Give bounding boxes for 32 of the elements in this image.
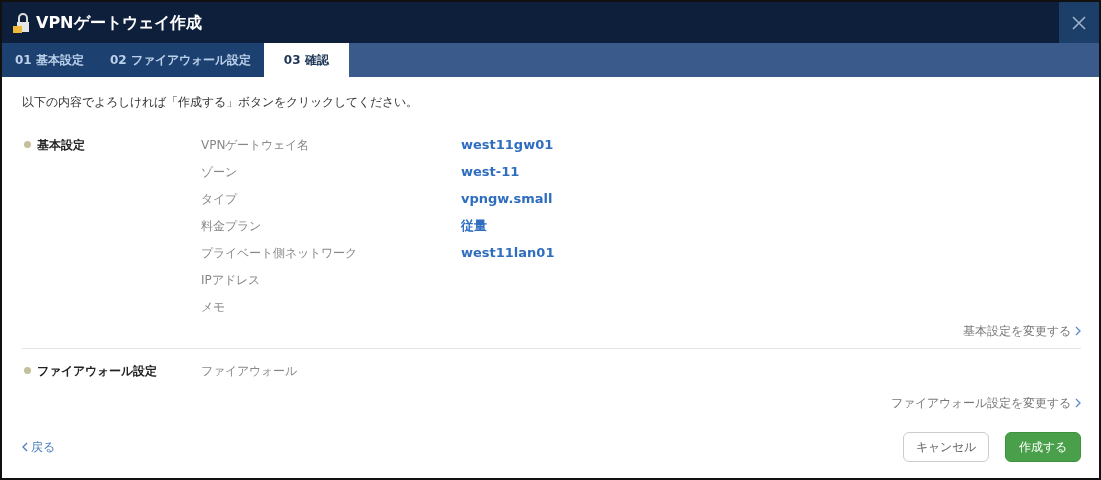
- back-link[interactable]: 戻る: [22, 438, 55, 456]
- section-title: ファイアウォール設定: [37, 362, 157, 380]
- change-settings-link[interactable]: ファイアウォール設定を変更する: [891, 394, 1081, 412]
- chevron-right-icon: [1075, 398, 1081, 408]
- window-title: VPNゲートウェイ作成: [36, 11, 202, 34]
- change-settings-link[interactable]: 基本設定を変更する: [963, 322, 1081, 340]
- chevron-left-icon: [22, 442, 28, 452]
- cancel-button[interactable]: キャンセル: [903, 432, 989, 462]
- field-label: メモ: [201, 298, 226, 316]
- bullet-icon: [24, 367, 31, 374]
- field-value: west11gw01: [461, 135, 554, 154]
- field-label: VPNゲートウェイ名: [201, 136, 311, 154]
- close-button[interactable]: [1059, 2, 1099, 43]
- field-value: west-11: [461, 162, 520, 181]
- create-button[interactable]: 作成する: [1005, 432, 1081, 462]
- field-value: 従量: [461, 216, 487, 235]
- field-value: west11lan01: [461, 243, 555, 262]
- close-icon: [1072, 15, 1086, 30]
- field-label: ゾーン: [201, 163, 238, 181]
- section-title: 基本設定: [37, 136, 85, 154]
- tab[interactable]: 01 基本設定: [2, 43, 97, 77]
- bullet-icon: [24, 141, 31, 148]
- tab[interactable]: 03 確認: [263, 43, 349, 77]
- field-label: プライベート側ネットワーク: [201, 244, 358, 262]
- field-label: IPアドレス: [201, 271, 261, 289]
- field-label: ファイアウォール: [201, 362, 298, 380]
- instruction-text: 以下の内容でよろしければ「作成する」ボタンをクリックしてください。: [22, 94, 419, 111]
- field-label: タイプ: [201, 190, 239, 208]
- tab[interactable]: 02 ファイアウォール設定: [96, 43, 264, 77]
- chevron-right-icon: [1075, 326, 1081, 336]
- field-value: vpngw.small: [461, 189, 553, 208]
- field-label: 料金プラン: [201, 217, 262, 235]
